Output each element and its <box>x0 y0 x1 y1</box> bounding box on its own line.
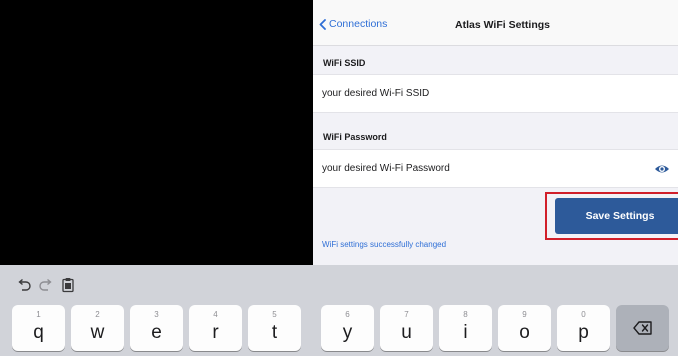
key-number: 3 <box>154 310 159 319</box>
password-value: your desired Wi-Fi Password <box>322 163 450 174</box>
eye-icon[interactable] <box>654 162 670 176</box>
page-title: Atlas WiFi Settings <box>455 19 550 31</box>
redo-icon[interactable] <box>38 277 54 293</box>
key-number: 7 <box>404 310 409 319</box>
save-settings-button[interactable]: Save Settings <box>555 198 678 234</box>
key-number: 2 <box>95 310 100 319</box>
key-number: 6 <box>345 310 350 319</box>
key-o[interactable]: 9 o <box>498 305 551 351</box>
key-letter: r <box>212 322 219 343</box>
key-p[interactable]: 0 p <box>557 305 610 351</box>
key-number: 0 <box>581 310 586 319</box>
back-button[interactable]: Connections <box>319 14 387 34</box>
ssid-field[interactable]: your desired Wi-Fi SSID <box>313 74 678 113</box>
key-i[interactable]: 8 i <box>439 305 492 351</box>
ssid-section-label: WiFi SSID <box>323 58 366 68</box>
key-number: 1 <box>36 310 41 319</box>
key-letter: u <box>401 322 412 343</box>
key-number: 8 <box>463 310 468 319</box>
undo-icon[interactable] <box>16 277 32 293</box>
key-t[interactable]: 5 t <box>248 305 301 351</box>
key-w[interactable]: 2 w <box>71 305 124 351</box>
key-r[interactable]: 4 r <box>189 305 242 351</box>
password-section-label: WiFi Password <box>323 132 387 142</box>
password-field[interactable]: your desired Wi-Fi Password <box>313 149 678 188</box>
key-letter: y <box>342 322 353 343</box>
key-letter: i <box>463 322 468 343</box>
backspace-icon <box>633 321 652 335</box>
navigation-bar: Connections Atlas WiFi Settings <box>313 0 678 46</box>
key-letter: w <box>90 322 105 343</box>
key-u[interactable]: 7 u <box>380 305 433 351</box>
video-preview-area <box>0 0 313 265</box>
delete-key[interactable] <box>616 305 669 351</box>
back-button-label: Connections <box>329 18 388 30</box>
key-q[interactable]: 1 q <box>12 305 65 351</box>
key-number: 9 <box>522 310 527 319</box>
key-e[interactable]: 3 e <box>130 305 183 351</box>
chevron-left-icon <box>319 18 326 30</box>
settings-pane: Connections Atlas WiFi Settings WiFi SSI… <box>313 0 678 265</box>
keyboard: 1 q 2 w 3 e 4 r 5 t 6 y 7 u 8 i 9 o 0 p <box>0 265 678 356</box>
paste-icon[interactable] <box>60 277 76 293</box>
keyboard-toolbar <box>0 265 678 303</box>
key-letter: e <box>151 322 162 343</box>
key-letter: o <box>519 322 530 343</box>
status-message: WiFi settings successfully changed <box>322 240 447 249</box>
key-y[interactable]: 6 y <box>321 305 374 351</box>
key-number: 4 <box>213 310 218 319</box>
key-letter: p <box>578 322 589 343</box>
ssid-value: your desired Wi-Fi SSID <box>322 88 430 99</box>
key-letter: t <box>271 322 278 343</box>
key-number: 5 <box>272 310 277 319</box>
key-letter: q <box>33 322 44 343</box>
